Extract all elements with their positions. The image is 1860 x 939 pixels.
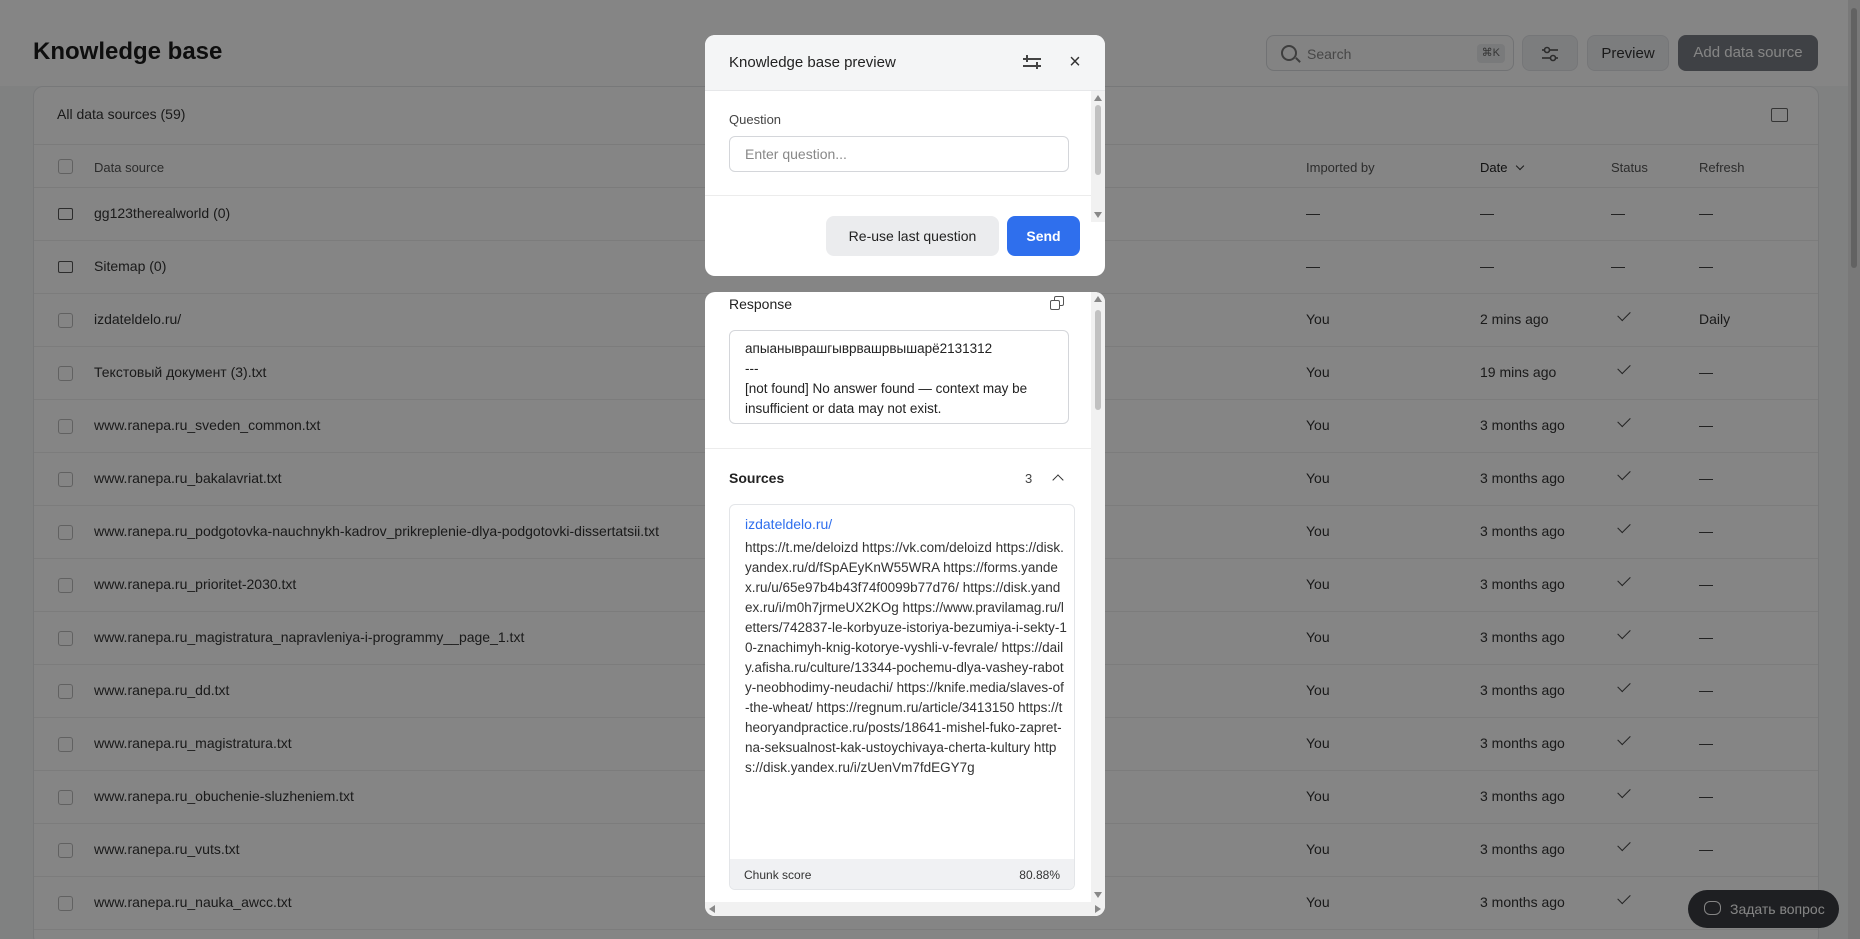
close-icon[interactable]: ×	[1066, 52, 1084, 72]
source-chunk-text: https://t.me/deloizd https://vk.com/delo…	[745, 540, 1067, 775]
send-button[interactable]: Send	[1007, 216, 1080, 256]
response-scrollbar[interactable]	[1091, 292, 1105, 902]
chevron-up-icon[interactable]	[1052, 474, 1064, 486]
modal-header: Knowledge base preview ×	[705, 35, 1105, 91]
scroll-down-icon[interactable]	[1094, 212, 1102, 218]
reuse-last-question-button[interactable]: Re-use last question	[826, 216, 999, 256]
question-scrollbar[interactable]	[1091, 91, 1105, 222]
chunk-score-value: 80.88%	[1019, 868, 1060, 882]
source-link[interactable]: izdateldelo.ru/	[745, 516, 832, 532]
modal-title: Knowledge base preview	[729, 54, 896, 71]
scroll-down-icon[interactable]	[1094, 892, 1102, 898]
sources-count: 3	[1025, 471, 1033, 486]
response-label: Response	[729, 296, 793, 312]
response-horizontal-scrollbar[interactable]	[705, 902, 1105, 916]
divider	[705, 448, 1105, 449]
scroll-up-icon[interactable]	[1094, 95, 1102, 101]
scroll-right-icon[interactable]	[1095, 905, 1101, 913]
divider	[705, 195, 1105, 196]
scrollbar-thumb[interactable]	[1095, 310, 1101, 410]
question-label: Question	[729, 112, 782, 127]
chunk-score-label: Chunk score	[744, 868, 812, 882]
copy-icon[interactable]	[1050, 296, 1065, 311]
scrollbar-thumb[interactable]	[1095, 105, 1101, 175]
chunk-score-bar: Chunk score 80.88%	[730, 859, 1074, 889]
preview-modal-response: Response апыаныврашгыврвашрвышарё2131312…	[705, 292, 1105, 916]
source-card: izdateldelo.ru/ https://t.me/deloizd htt…	[729, 504, 1075, 890]
preview-modal-question: Knowledge base preview × Question Re-use…	[705, 35, 1105, 276]
response-text[interactable]: апыаныврашгыврвашрвышарё2131312 --- [not…	[729, 330, 1069, 424]
question-input[interactable]	[729, 136, 1069, 172]
settings-sliders-icon[interactable]	[1023, 54, 1041, 70]
scroll-left-icon[interactable]	[709, 905, 715, 913]
scroll-up-icon[interactable]	[1094, 296, 1102, 302]
sources-label: Sources	[729, 470, 785, 486]
